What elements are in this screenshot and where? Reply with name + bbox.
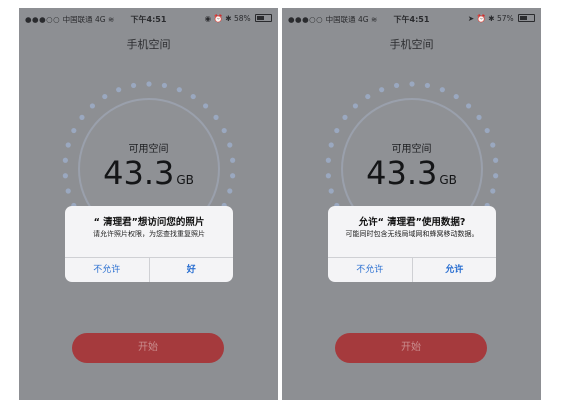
page-title: 手机空间 bbox=[389, 38, 434, 51]
permission-dialog-photos: “ 清理君”想访问您的照片 请允许照片权限，为您查找重复照片 不允许 好 bbox=[65, 206, 233, 282]
dialog-message: 可能同时包含无线局域网和蜂窝移动数据。 bbox=[345, 230, 479, 238]
storage-unit: GB bbox=[439, 173, 457, 187]
storage-unit: GB bbox=[176, 173, 194, 187]
status-bar: ●●●○○ 中国联通 4G ≋ 下午4:51 ➤ ⏰ ✱ 57% bbox=[282, 8, 541, 28]
location-icon: ➤ bbox=[467, 14, 475, 23]
storage-readout: 43.3 GB bbox=[19, 154, 278, 192]
ring-dot bbox=[365, 93, 371, 100]
battery-percent: 57% bbox=[496, 14, 514, 23]
phone-screen-left: ●●●○○ 中国联通 4G ≋ 下午4:51 ◉ ⏰ ✱ 58% 手机空间 可用… bbox=[19, 8, 278, 400]
dialog-message: 请允许照片权限，为您查找重复照片 bbox=[93, 230, 205, 238]
dialog-title: “ 清理君”想访问您的照片 bbox=[93, 217, 205, 228]
ring-dot bbox=[465, 103, 472, 109]
ring-dot bbox=[484, 127, 490, 134]
ring-dot bbox=[409, 81, 415, 87]
ring-dot bbox=[213, 114, 219, 120]
ring-dot bbox=[71, 127, 77, 134]
permission-dialog-data: 允许“ 清理君”使用数据? 可能同时包含无线局域网和蜂窝移动数据。 不允许 允许 bbox=[328, 206, 496, 282]
ring-dot bbox=[79, 114, 85, 120]
ring-dot bbox=[102, 93, 108, 100]
storage-value: 43.3 bbox=[103, 154, 175, 192]
battery-icon bbox=[518, 14, 535, 22]
ring-dot bbox=[453, 93, 459, 100]
alarm-icon: ⏰ bbox=[476, 14, 486, 23]
ok-button[interactable]: 好 bbox=[150, 258, 234, 282]
page-title: 手机空间 bbox=[126, 38, 171, 51]
ring-dot bbox=[190, 93, 196, 100]
phone-screen-right: ●●●○○ 中国联通 4G ≋ 下午4:51 ➤ ⏰ ✱ 57% 手机空间 可用… bbox=[282, 8, 541, 400]
bluetooth-icon: ✱ bbox=[225, 14, 232, 23]
dont-allow-button[interactable]: 不允许 bbox=[65, 258, 149, 282]
ring-dot bbox=[424, 82, 431, 89]
ring-dot bbox=[342, 114, 348, 120]
start-button[interactable]: 开始 bbox=[335, 333, 487, 363]
start-button[interactable]: 开始 bbox=[72, 333, 224, 363]
status-bar: ●●●○○ 中国联通 4G ≋ 下午4:51 ◉ ⏰ ✱ 58% bbox=[19, 8, 278, 28]
bluetooth-icon: ✱ bbox=[488, 14, 495, 23]
alarm-icon: ⏰ bbox=[213, 14, 223, 23]
storage-readout: 43.3 GB bbox=[282, 154, 541, 192]
ring-dot bbox=[176, 87, 182, 93]
ring-dot bbox=[130, 82, 137, 89]
location-icon: ◉ bbox=[204, 14, 212, 23]
ring-dot bbox=[393, 82, 400, 89]
dialog-buttons: 不允许 允许 bbox=[328, 257, 496, 282]
dialog-title: 允许“ 清理君”使用数据? bbox=[358, 217, 466, 228]
available-space-label: 可用空间 bbox=[391, 144, 432, 155]
battery-icon bbox=[255, 14, 272, 22]
dialog-buttons: 不允许 好 bbox=[65, 257, 233, 282]
allow-button[interactable]: 允许 bbox=[413, 258, 497, 282]
ring-dot bbox=[334, 127, 340, 134]
ring-dot bbox=[116, 87, 122, 93]
available-space-label: 可用空间 bbox=[128, 144, 169, 155]
ring-dot bbox=[352, 103, 359, 109]
ring-dot bbox=[146, 81, 152, 87]
storage-value: 43.3 bbox=[366, 154, 438, 192]
ring-dot bbox=[89, 103, 96, 109]
ring-dot bbox=[221, 127, 227, 134]
ring-dot bbox=[476, 114, 482, 120]
ring-dot bbox=[202, 103, 209, 109]
ring-dot bbox=[161, 82, 168, 89]
dont-allow-button[interactable]: 不允许 bbox=[328, 258, 412, 282]
battery-percent: 58% bbox=[233, 14, 251, 23]
ring-dot bbox=[439, 87, 445, 93]
ring-dot bbox=[379, 87, 385, 93]
